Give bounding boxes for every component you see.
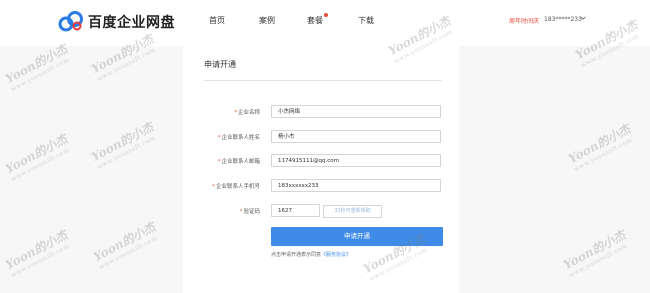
required-asterisk: * bbox=[234, 110, 237, 116]
new-badge-dot bbox=[324, 13, 328, 17]
page-title: 申请开通 bbox=[204, 60, 236, 69]
required-asterisk: * bbox=[212, 184, 215, 190]
top-header: 百度企业网盘 首页 案例 套餐 下载 周年时间庆 183*****233 bbox=[0, 0, 650, 46]
agreement-notice: 点击申请开通表示同意《服务协议》 bbox=[271, 251, 351, 258]
company-name-input[interactable]: 小杰网络 bbox=[271, 105, 441, 118]
contact-phone-input[interactable]: 183xxxxxx233 bbox=[271, 179, 441, 192]
baidu-cloud-logo-icon[interactable] bbox=[58, 10, 84, 32]
contact-name-input[interactable]: 杨小杰 bbox=[271, 130, 441, 143]
verification-code-input[interactable]: 1627 bbox=[271, 204, 320, 217]
apply-submit-button[interactable]: 申请开通 bbox=[271, 227, 443, 246]
contact-email-input[interactable]: 1174915111@qq.com bbox=[271, 154, 441, 167]
watermark: Yoon的小杰 www.yoonsoft.com bbox=[565, 121, 634, 174]
watermark: Yoon的小杰 www.yoonsoft.com bbox=[90, 219, 159, 272]
nav-download[interactable]: 下载 bbox=[358, 15, 374, 26]
watermark: Yoon的小杰 www.yoonsoft.com bbox=[560, 227, 629, 280]
agreement-text: 点击申请开通表示同意 bbox=[271, 252, 322, 258]
nav-cases[interactable]: 案例 bbox=[259, 15, 275, 26]
company-name-label: *企业名称 bbox=[234, 110, 260, 116]
user-account-phone[interactable]: 183*****233 bbox=[544, 16, 582, 23]
verification-code-label: *验证码 bbox=[239, 209, 260, 215]
watermark: Yoon的小杰 www.yoonsoft.com bbox=[2, 41, 71, 94]
watermark: Yoon的小杰 www.yoonsoft.com bbox=[2, 227, 71, 280]
contact-name-label: *企业联系人姓名 bbox=[217, 135, 260, 141]
contact-phone-label: *企业联系人手机号 bbox=[212, 184, 260, 190]
contact-email-label: *企业联系人邮箱 bbox=[217, 159, 260, 165]
anniversary-notice-link[interactable]: 周年时间庆 bbox=[509, 16, 539, 25]
nav-home[interactable]: 首页 bbox=[209, 15, 225, 26]
resend-code-button[interactable]: 31秒可重新获取 bbox=[323, 205, 382, 218]
nav-packages[interactable]: 套餐 bbox=[307, 15, 323, 26]
chevron-down-icon[interactable] bbox=[580, 15, 586, 21]
service-agreement-link[interactable]: 《服务协议》 bbox=[321, 252, 351, 258]
watermark: Yoon的小杰 www.yoonsoft.com bbox=[2, 131, 71, 184]
watermark: Yoon的小杰 www.yoonsoft.com bbox=[88, 119, 157, 172]
brand-name[interactable]: 百度企业网盘 bbox=[88, 12, 175, 32]
title-divider bbox=[204, 80, 442, 81]
